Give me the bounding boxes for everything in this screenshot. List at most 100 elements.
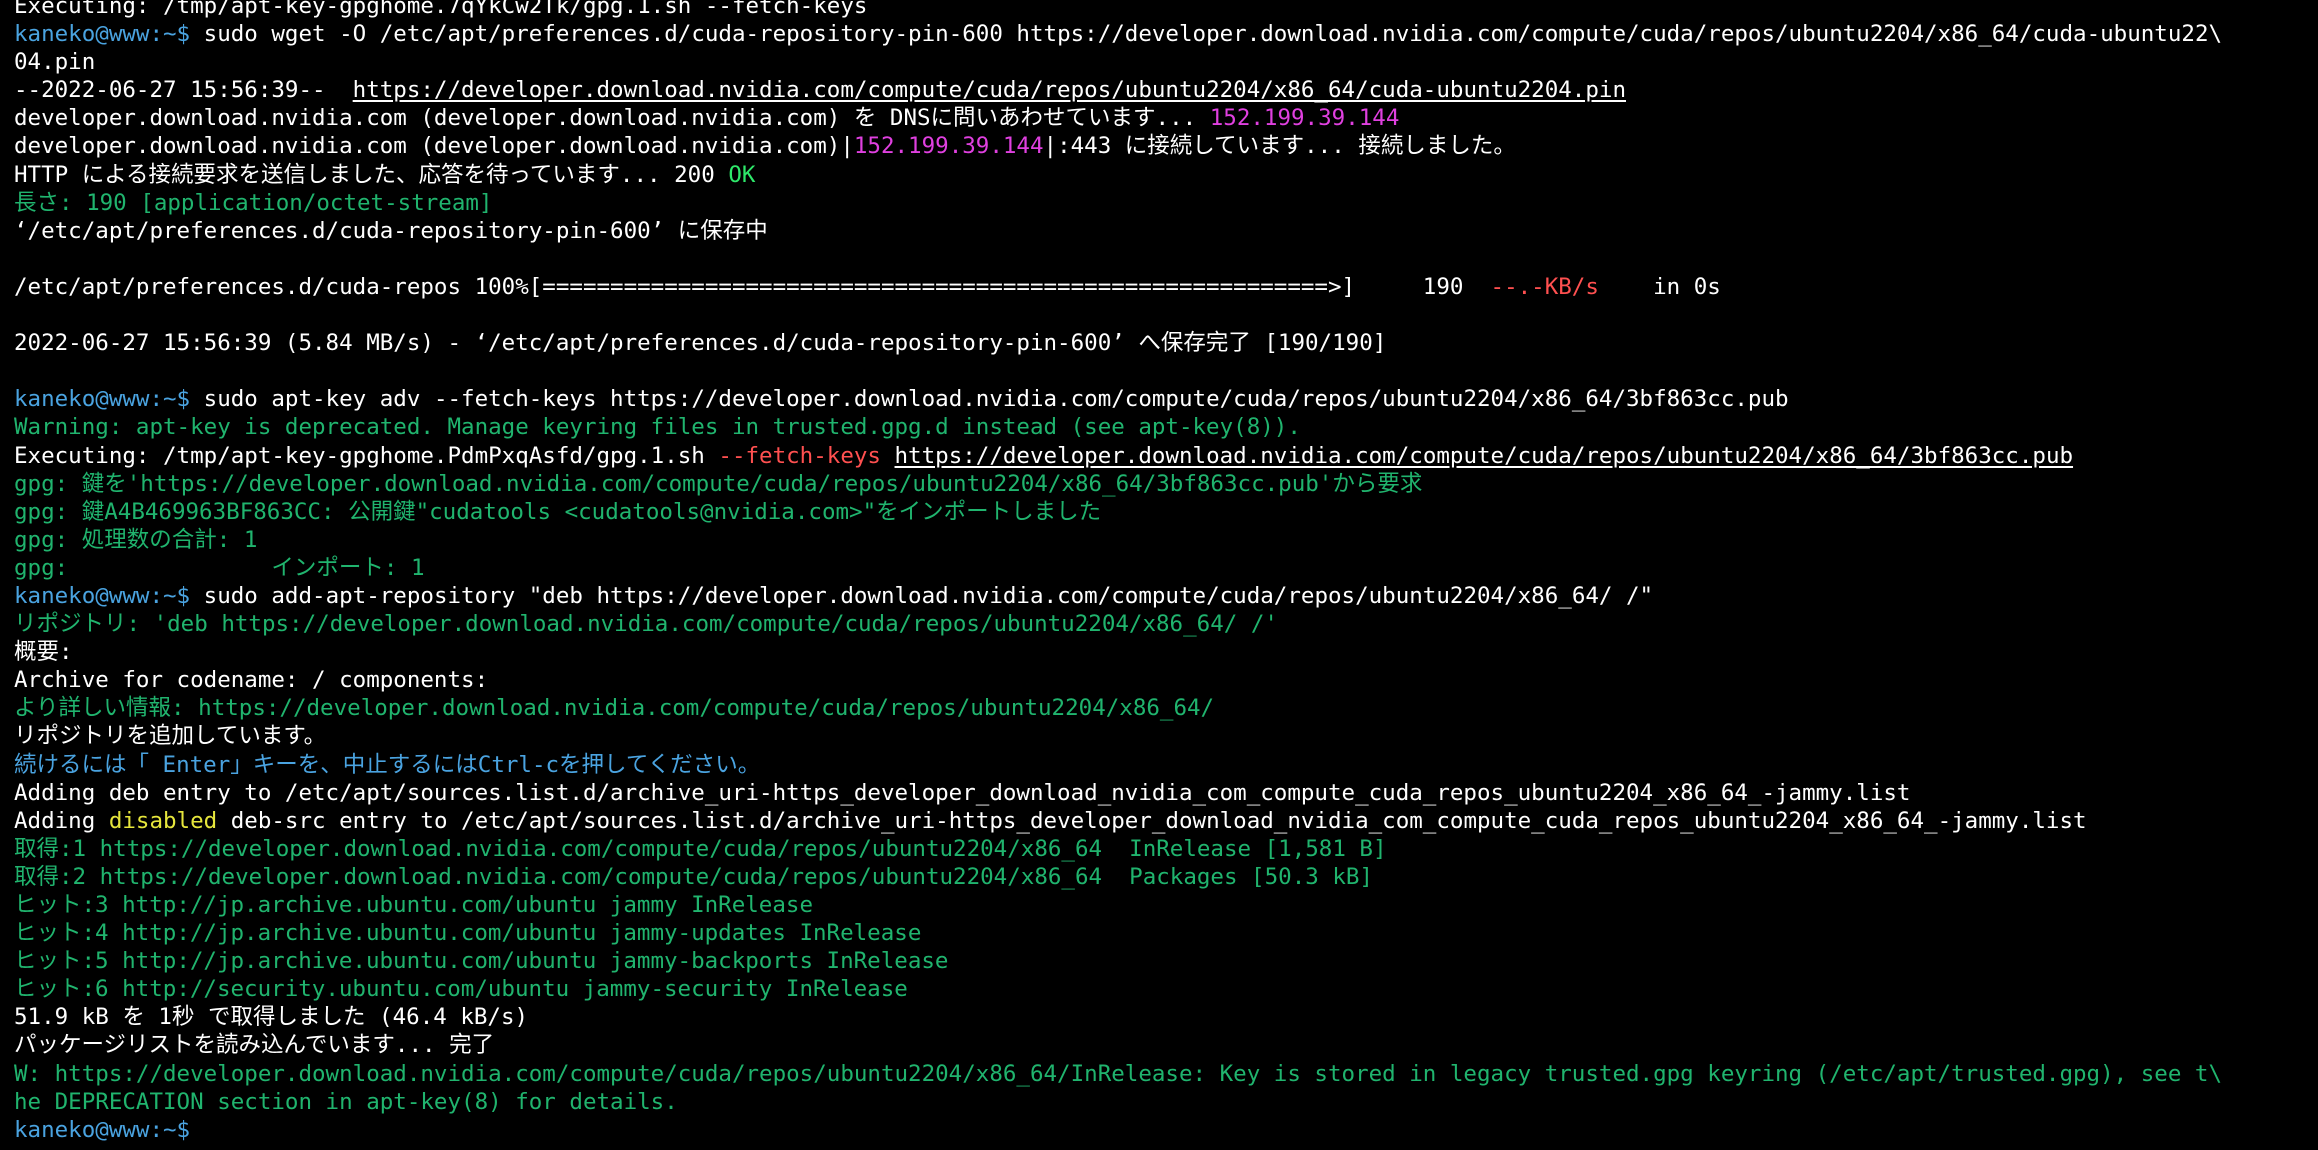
- terminal-line: ヒット:3 http://jp.archive.ubuntu.com/ubunt…: [14, 891, 2304, 919]
- terminal-text: Executing: /tmp/apt-key-gpghome.PdmPxqAs…: [14, 442, 719, 469]
- terminal-text: パッケージリストを読み込んでいます... 完了: [14, 1032, 495, 1059]
- terminal-line: gpg: 処理数の合計: 1: [14, 526, 2304, 554]
- terminal-line: 長さ: 190 [application/octet-stream]: [14, 189, 2304, 217]
- terminal-text: Archive for codename: / components:: [14, 667, 489, 694]
- terminal-line: Adding disabled deb-src entry to /etc/ap…: [14, 807, 2304, 835]
- terminal-text: disabled: [108, 807, 218, 834]
- terminal-text: developer.download.nvidia.com (developer…: [14, 133, 854, 160]
- terminal-line: 続けるには「 Enter」キーを、中止するにはCtrl-cを押してください。: [14, 751, 2304, 779]
- terminal-text: deb-src entry to /etc/apt/sources.list.d…: [217, 807, 2087, 834]
- terminal-text: |:443 に接続しています... 接続しました。: [1043, 133, 1516, 160]
- terminal-line: kaneko@www:~$: [14, 1116, 2304, 1144]
- terminal-output: Executing: /tmp/apt-key-gpghome.7qYkCw2T…: [14, 0, 2304, 1144]
- shell-prompt: kaneko@www:~$: [14, 1116, 191, 1143]
- terminal-line: he DEPRECATION section in apt-key(8) for…: [14, 1088, 2304, 1116]
- terminal-text: in 0s: [1598, 273, 1721, 300]
- terminal-text: sudo wget -O /etc/apt/preferences.d/cuda…: [190, 21, 2223, 48]
- terminal-line: gpg: 鍵を'https://developer.download.nvidi…: [14, 470, 2304, 498]
- terminal-text: gpg:: [14, 498, 69, 525]
- terminal-line: kaneko@www:~$ sudo wget -O /etc/apt/pref…: [14, 20, 2304, 48]
- terminal-line: リポジトリを追加しています。: [14, 722, 2304, 750]
- terminal-text: リポジトリ: 'deb https://developer.download.n…: [14, 611, 1278, 638]
- terminal-text: Warning: apt-key is deprecated. Manage k…: [14, 414, 1301, 441]
- terminal-text: ヒット:5 http://jp.archive.ubuntu.com/ubunt…: [14, 948, 949, 975]
- terminal-text: 続けるには「 Enter」キーを、中止するにはCtrl-cを押してください。: [14, 751, 761, 778]
- terminal-text: Executing: /tmp/apt-key-gpghome.7qYkCw2T…: [14, 0, 868, 19]
- shell-prompt: kaneko@www:~$: [14, 21, 191, 48]
- terminal-text: ‘/etc/apt/preferences.d/cuda-repository-…: [14, 217, 768, 244]
- terminal-text: 概要:: [14, 639, 73, 666]
- terminal-text: 取得:1 https://developer.download.nvidia.c…: [14, 835, 1387, 862]
- terminal-line: ヒット:6 http://security.ubuntu.com/ubuntu …: [14, 975, 2304, 1003]
- terminal-window[interactable]: Executing: /tmp/apt-key-gpghome.7qYkCw2T…: [0, 0, 2318, 1150]
- terminal-text: リポジトリを追加しています。: [14, 723, 327, 750]
- shell-prompt: kaneko@www:~$: [14, 582, 191, 609]
- terminal-line: より詳しい情報: https://developer.download.nvid…: [14, 694, 2304, 722]
- terminal-text: ヒット:6 http://security.ubuntu.com/ubuntu …: [14, 976, 908, 1003]
- terminal-text: he DEPRECATION section in apt-key(8) for…: [14, 1088, 678, 1115]
- terminal-text: OK: [728, 161, 756, 188]
- terminal-text: sudo apt-key adv --fetch-keys https://de…: [190, 386, 1789, 413]
- terminal-line: Executing: /tmp/apt-key-gpghome.PdmPxqAs…: [14, 442, 2304, 470]
- terminal-text: 長さ: 190 [application/octet-stream]: [14, 189, 493, 216]
- terminal-line: /etc/apt/preferences.d/cuda-repos 100%[=…: [14, 273, 2304, 301]
- terminal-text: W: https://developer.download.nvidia.com…: [14, 1060, 2223, 1087]
- terminal-line: W: https://developer.download.nvidia.com…: [14, 1060, 2304, 1088]
- terminal-line: HTTP による接続要求を送信しました、応答を待っています... 200 OK: [14, 161, 2304, 189]
- terminal-line: 取得:1 https://developer.download.nvidia.c…: [14, 835, 2304, 863]
- terminal-line: kaneko@www:~$ sudo add-apt-repository "d…: [14, 582, 2304, 610]
- terminal-text: 152.199.39.144: [1209, 105, 1400, 132]
- terminal-text: ヒット:4 http://jp.archive.ubuntu.com/ubunt…: [14, 920, 922, 947]
- terminal-line: ‘/etc/apt/preferences.d/cuda-repository-…: [14, 217, 2304, 245]
- terminal-text: 鍵A4B469963BF863CC: 公開鍵"cudatools <cudato…: [68, 498, 1102, 525]
- terminal-line: Executing: /tmp/apt-key-gpghome.7qYkCw2T…: [14, 0, 2304, 20]
- terminal-text: 51.9 kB を 1秒 で取得しました (46.4 kB/s): [14, 1004, 529, 1031]
- terminal-text: Adding: [14, 807, 109, 834]
- terminal-line: 51.9 kB を 1秒 で取得しました (46.4 kB/s): [14, 1003, 2304, 1031]
- terminal-text: --2022-06-27 15:56:39--: [14, 77, 353, 104]
- terminal-line: ヒット:5 http://jp.archive.ubuntu.com/ubunt…: [14, 947, 2304, 975]
- terminal-text: 04.pin: [14, 49, 96, 76]
- terminal-text: 2022-06-27 15:56:39 (5.84 MB/s) - ‘/etc/…: [14, 330, 1387, 357]
- terminal-line: developer.download.nvidia.com (developer…: [14, 104, 2304, 132]
- terminal-text: gpg:: [14, 470, 69, 497]
- shell-prompt: kaneko@www:~$: [14, 386, 191, 413]
- terminal-line: Archive for codename: / components:: [14, 666, 2304, 694]
- terminal-line: 04.pin: [14, 48, 2304, 76]
- terminal-text: ヒット:3 http://jp.archive.ubuntu.com/ubunt…: [14, 892, 813, 918]
- terminal-text: gpg:: [14, 554, 69, 581]
- terminal-text: 鍵を'https://developer.download.nvidia.com…: [68, 470, 1423, 497]
- terminal-text: HTTP による接続要求を送信しました、応答を待っています... 200: [14, 161, 729, 188]
- terminal-text[interactable]: https://developer.download.nvidia.com/co…: [895, 443, 2074, 469]
- terminal-line: gpg: 鍵A4B469963BF863CC: 公開鍵"cudatools <c…: [14, 498, 2304, 526]
- terminal-line: ヒット:4 http://jp.archive.ubuntu.com/ubunt…: [14, 919, 2304, 947]
- terminal-line: 取得:2 https://developer.download.nvidia.c…: [14, 863, 2304, 891]
- terminal-line: 2022-06-27 15:56:39 (5.84 MB/s) - ‘/etc/…: [14, 329, 2304, 357]
- terminal-line: Adding deb entry to /etc/apt/sources.lis…: [14, 779, 2304, 807]
- terminal-text: より詳しい情報: https://developer.download.nvid…: [14, 695, 1215, 722]
- terminal-text: developer.download.nvidia.com (developer…: [14, 105, 1210, 132]
- terminal-line: 概要:: [14, 638, 2304, 666]
- terminal-line: kaneko@www:~$ sudo apt-key adv --fetch-k…: [14, 385, 2304, 413]
- terminal-line: パッケージリストを読み込んでいます... 完了: [14, 1031, 2304, 1059]
- terminal-text: /etc/apt/preferences.d/cuda-repos 100%[=…: [14, 273, 1491, 300]
- terminal-text: gpg:: [14, 526, 69, 553]
- terminal-line: gpg: インポート: 1: [14, 554, 2304, 582]
- terminal-text: sudo add-apt-repository "deb https://dev…: [190, 582, 1654, 609]
- terminal-text: 取得:2 https://developer.download.nvidia.c…: [14, 863, 1373, 890]
- text-cursor: [204, 1118, 216, 1142]
- terminal-line: developer.download.nvidia.com (developer…: [14, 132, 2304, 160]
- terminal-text: インポート: 1: [68, 554, 425, 581]
- terminal-line: リポジトリ: 'deb https://developer.download.n…: [14, 610, 2304, 638]
- terminal-text[interactable]: https://developer.download.nvidia.com/co…: [353, 77, 1626, 103]
- terminal-text: --.-KB/s: [1490, 273, 1599, 300]
- terminal-text: 152.199.39.144: [853, 133, 1044, 160]
- terminal-line: Warning: apt-key is deprecated. Manage k…: [14, 413, 2304, 441]
- terminal-text: 処理数の合計: 1: [68, 526, 258, 553]
- terminal-text: Adding deb entry to /etc/apt/sources.lis…: [14, 779, 1911, 806]
